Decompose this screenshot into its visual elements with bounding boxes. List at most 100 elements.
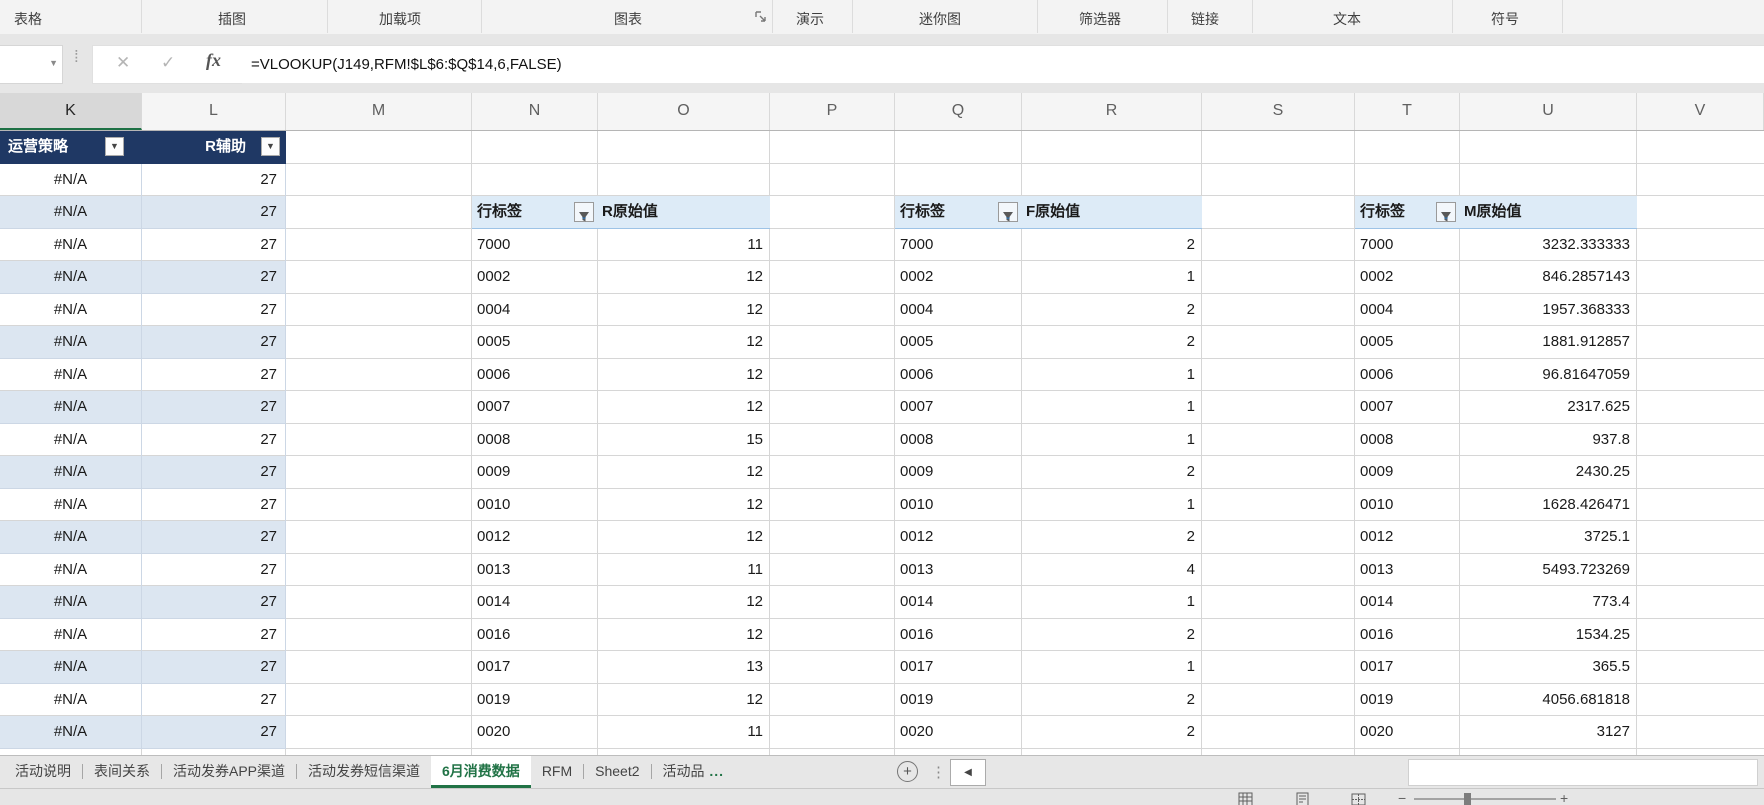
enter-icon[interactable]: ✓: [161, 53, 175, 73]
column-header-K[interactable]: K: [0, 93, 142, 130]
kl-helper-cell[interactable]: 27: [142, 586, 286, 619]
pivot-row-label-cell[interactable]: 0008: [472, 424, 598, 457]
sheet-tab[interactable]: 活动品 ...: [652, 756, 736, 788]
column-header-Q[interactable]: Q: [895, 93, 1022, 130]
column-header-N[interactable]: N: [472, 93, 598, 130]
ribbon-group-label[interactable]: 插图: [218, 9, 246, 29]
pivot-value-label[interactable]: R原始值: [602, 196, 658, 228]
ribbon-group-label[interactable]: 图表: [614, 9, 642, 29]
pivot-row-label-cell[interactable]: 0004: [895, 294, 1022, 327]
pivot-row-label-cell[interactable]: 0020: [1355, 716, 1460, 749]
pivot-value-cell[interactable]: 96.81647059: [1460, 359, 1637, 392]
pivot-row-label-cell[interactable]: 0013: [472, 554, 598, 587]
kl-helper-cell[interactable]: 27: [142, 716, 286, 749]
normal-view-icon[interactable]: [1238, 792, 1254, 805]
kl-helper-cell[interactable]: 27: [142, 359, 286, 392]
kl-helper-cell[interactable]: 27: [142, 489, 286, 522]
pivot-row-label-cell[interactable]: 0010: [1355, 489, 1460, 522]
pivot-value-cell[interactable]: 2: [1022, 456, 1202, 489]
pivot-row-label-cell[interactable]: 0019: [472, 684, 598, 717]
pivot-value-cell[interactable]: 11: [598, 716, 770, 749]
pivot-value-cell[interactable]: 12: [598, 294, 770, 327]
pivot-row-label-cell[interactable]: 0009: [1355, 456, 1460, 489]
kl-error-cell[interactable]: #N/A: [0, 456, 142, 489]
column-header-L[interactable]: L: [142, 93, 286, 130]
pivot-row-label-cell[interactable]: 0012: [1355, 521, 1460, 554]
kl-helper-cell[interactable]: 27: [142, 521, 286, 554]
pivot-value-cell[interactable]: 12: [598, 391, 770, 424]
pivot-value-cell[interactable]: 2: [1022, 716, 1202, 749]
pivot-value-cell[interactable]: 12: [598, 489, 770, 522]
zoom-in-button[interactable]: +: [1560, 790, 1568, 805]
column-header-V[interactable]: V: [1637, 93, 1764, 130]
pivot-row-label[interactable]: 行标签: [1360, 196, 1405, 228]
column-header-R[interactable]: R: [1022, 93, 1202, 130]
pivot-row-label[interactable]: 行标签: [900, 196, 945, 228]
pivot-value-cell[interactable]: 5493.723269: [1460, 554, 1637, 587]
pivot-value-cell[interactable]: 2: [1022, 521, 1202, 554]
sheet-tab[interactable]: 表间关系: [83, 756, 161, 788]
pivot-value-cell[interactable]: 3725.1: [1460, 521, 1637, 554]
kl-helper-cell[interactable]: 27: [142, 326, 286, 359]
filter-funnel-icon[interactable]: [998, 202, 1018, 222]
kl-error-cell[interactable]: #N/A: [0, 521, 142, 554]
pivot-value-cell[interactable]: 2317.625: [1460, 391, 1637, 424]
pivot-row-label-cell[interactable]: 0014: [895, 586, 1022, 619]
tab-scroll-left-button[interactable]: ◀: [950, 759, 986, 786]
sheet-tab[interactable]: RFM: [531, 756, 583, 788]
ribbon-group-label[interactable]: 演示: [796, 9, 824, 29]
pivot-row-label-cell[interactable]: 0012: [472, 521, 598, 554]
pivot-row-label-cell[interactable]: 0002: [1355, 261, 1460, 294]
pivot-row-label-cell[interactable]: 0016: [472, 619, 598, 652]
kl-error-cell[interactable]: #N/A: [0, 586, 142, 619]
pivot-row-label-cell[interactable]: 0005: [1355, 326, 1460, 359]
kl-error-cell[interactable]: #N/A: [0, 294, 142, 327]
column-header-U[interactable]: U: [1460, 93, 1637, 130]
kl-helper-cell[interactable]: 27: [142, 619, 286, 652]
pivot-value-cell[interactable]: 4056.681818: [1460, 684, 1637, 717]
pivot-value-label[interactable]: F原始值: [1026, 196, 1080, 228]
pivot-value-cell[interactable]: 2: [1022, 619, 1202, 652]
pivot-row-label-cell[interactable]: 0006: [472, 359, 598, 392]
pivot-row-label-cell[interactable]: 0014: [1355, 586, 1460, 619]
pivot-value-cell[interactable]: 2430.25: [1460, 456, 1637, 489]
kl-error-cell[interactable]: #N/A: [0, 619, 142, 652]
pivot-value-cell[interactable]: 12: [598, 326, 770, 359]
pivot-row-label-cell[interactable]: 0019: [895, 684, 1022, 717]
page-layout-view-icon[interactable]: [1295, 792, 1311, 805]
pivot-value-cell[interactable]: 1: [1022, 586, 1202, 619]
pivot-value-cell[interactable]: 1: [1022, 489, 1202, 522]
ribbon-group-label[interactable]: 加载项: [379, 9, 421, 29]
kl-helper-cell[interactable]: 27: [142, 294, 286, 327]
filter-dropdown-icon[interactable]: ▼: [105, 137, 124, 156]
pivot-row-label-cell[interactable]: 0014: [472, 586, 598, 619]
pivot-value-cell[interactable]: 12: [598, 359, 770, 392]
pivot-row-label-cell[interactable]: 0008: [1355, 424, 1460, 457]
kl-helper-cell[interactable]: 27: [142, 261, 286, 294]
pivot-row-label-cell[interactable]: 7000: [472, 229, 598, 262]
kl-header-strategy-cell[interactable]: 运营策略 ▼: [0, 131, 142, 164]
pivot-value-cell[interactable]: 1957.368333: [1460, 294, 1637, 327]
pivot-value-cell[interactable]: 12: [598, 521, 770, 554]
pivot-value-cell[interactable]: 11: [598, 229, 770, 262]
pivot-value-cell[interactable]: 2: [1022, 326, 1202, 359]
pivot-value-cell[interactable]: 13: [598, 651, 770, 684]
pivot-row-label-cell[interactable]: 0009: [472, 456, 598, 489]
pivot-row-label-cell[interactable]: 0013: [1355, 554, 1460, 587]
pivot-value-cell[interactable]: 773.4: [1460, 586, 1637, 619]
column-header-M[interactable]: M: [286, 93, 472, 130]
pivot-row-label-cell[interactable]: 0004: [472, 294, 598, 327]
pivot-row-label-cell[interactable]: 0017: [895, 651, 1022, 684]
ribbon-group-label[interactable]: 筛选器: [1079, 9, 1121, 29]
pivot-value-cell[interactable]: 4: [1022, 554, 1202, 587]
pivot-row-label-cell[interactable]: 0017: [472, 651, 598, 684]
formula-input[interactable]: =VLOOKUP(J149,RFM!$L$6:$Q$14,6,FALSE): [240, 45, 1764, 83]
pivot-row-label-cell[interactable]: 7000: [895, 229, 1022, 262]
kl-helper-cell[interactable]: 27: [142, 651, 286, 684]
pivot-value-cell[interactable]: 1: [1022, 391, 1202, 424]
sheet-tab[interactable]: 活动发券APP渠道: [162, 756, 296, 788]
cancel-icon[interactable]: ✕: [116, 53, 130, 73]
pivot-value-cell[interactable]: 2: [1022, 684, 1202, 717]
filter-dropdown-icon[interactable]: ▼: [261, 137, 280, 156]
pivot-row-label-cell[interactable]: 0016: [895, 619, 1022, 652]
